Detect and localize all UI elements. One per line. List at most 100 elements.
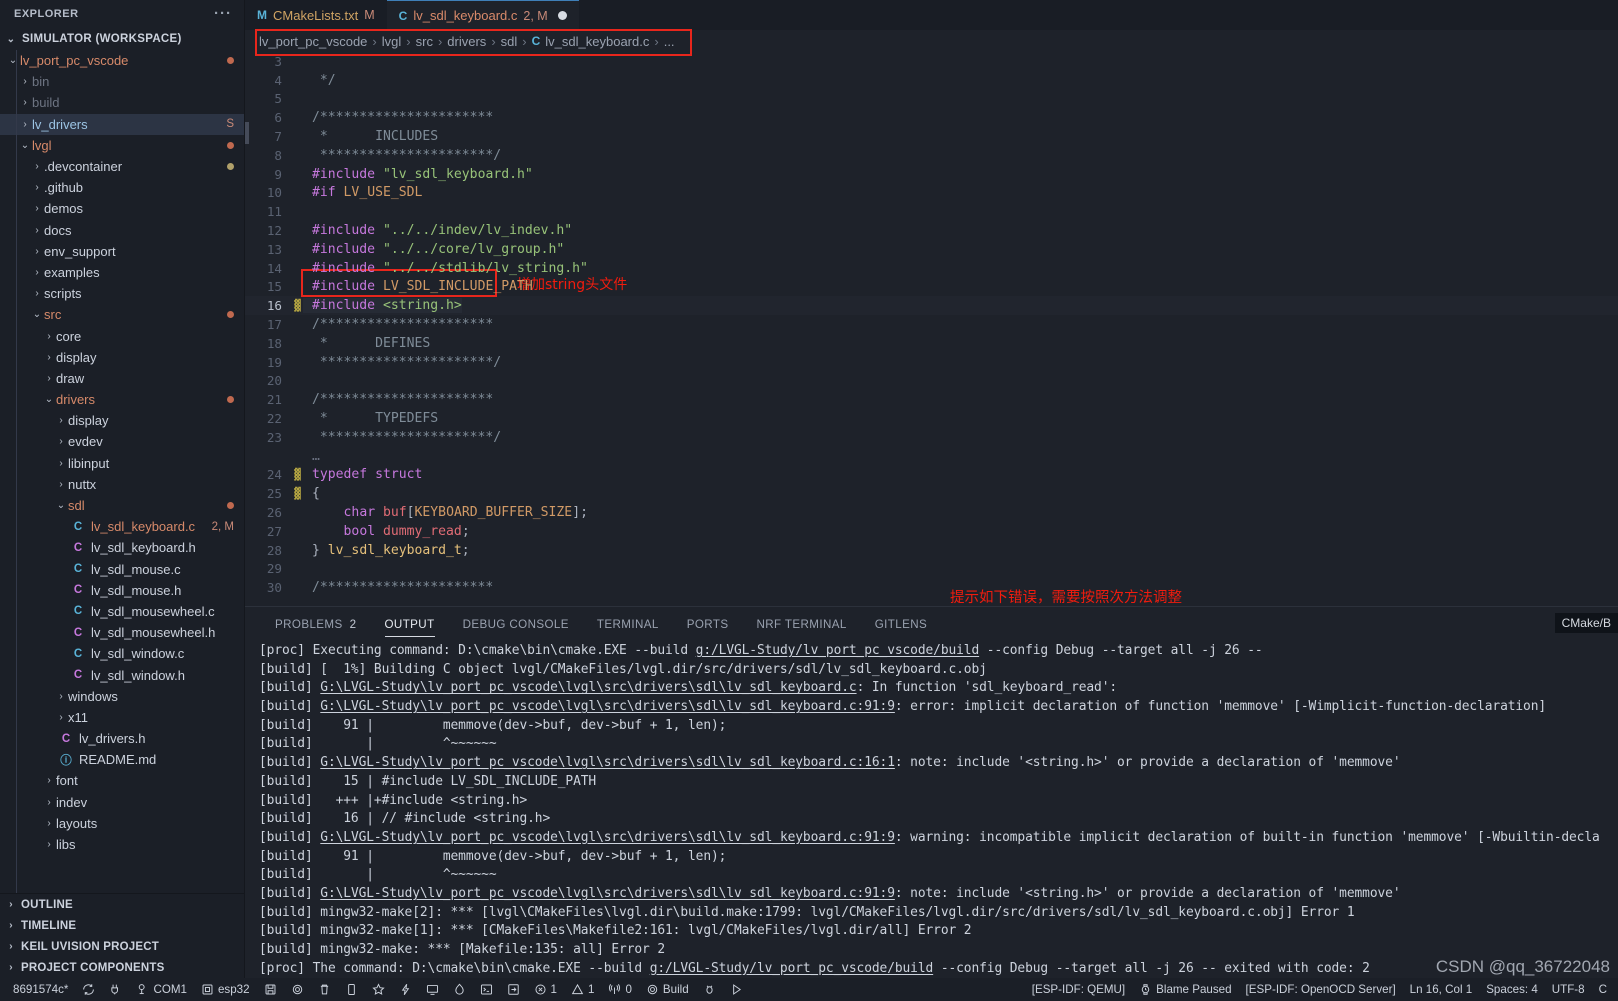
- status-error-count[interactable]: 1: [527, 978, 564, 1001]
- breadcrumb-item[interactable]: drivers: [447, 34, 486, 49]
- status-sync-icon[interactable]: [75, 978, 102, 1001]
- status-erase-flash-icon[interactable]: [311, 978, 338, 1001]
- status-terminal-icon[interactable]: [473, 978, 500, 1001]
- tree-item-lv-sdl-mouse-c[interactable]: Clv_sdl_mouse.c: [0, 559, 244, 580]
- tree-item-docs[interactable]: › docs: [0, 220, 244, 241]
- status-esp-idf-openocd[interactable]: [ESP-IDF: OpenOCD Server]: [1239, 978, 1403, 1001]
- tree-item-nuttx[interactable]: › nuttx: [0, 474, 244, 495]
- tree-item-demos[interactable]: › demos: [0, 198, 244, 219]
- output-file-link[interactable]: G:\LVGL-Study\lv_port_pc_vscode\lvgl\src…: [320, 755, 895, 770]
- output-file-link[interactable]: G:\LVGL-Study\lv_port_pc_vscode\lvgl\src…: [320, 699, 895, 714]
- status-open-icon[interactable]: [500, 978, 527, 1001]
- status-flash-icon[interactable]: [257, 978, 284, 1001]
- tree-item-drivers[interactable]: ⌄ drivers: [0, 389, 244, 410]
- tree-item-lv-port-pc-vscode[interactable]: ⌄ lv_port_pc_vscode: [0, 50, 244, 71]
- tree-item--devcontainer[interactable]: › .devcontainer: [0, 156, 244, 177]
- editor-tab-lv-sdl-keyboard-c[interactable]: Clv_sdl_keyboard.c 2, M: [386, 0, 579, 30]
- fold-ellipsis[interactable]: …: [303, 449, 320, 464]
- status-cursor-position[interactable]: Ln 16, Col 1: [1403, 978, 1480, 1001]
- tree-item-layouts[interactable]: › layouts: [0, 813, 244, 834]
- status-radio-tower-count[interactable]: 0: [601, 978, 638, 1001]
- sidebar-section-timeline[interactable]: › TIMELINE: [0, 915, 244, 936]
- breadcrumb[interactable]: lv_port_pc_vscode › lvgl › src › drivers › sdl › C…: [245, 30, 1618, 52]
- panel-tab-debug-console[interactable]: DEBUG CONSOLE: [449, 607, 583, 641]
- status-settings-gear-icon[interactable]: [284, 978, 311, 1001]
- status-board-target[interactable]: esp32: [194, 978, 257, 1001]
- output-path-link[interactable]: g:/LVGL-Study/lv_port_pc_vscode/build: [650, 961, 934, 976]
- status-esp-idf-qemu[interactable]: [ESP-IDF: QEMU]: [1025, 978, 1132, 1001]
- tree-item-lv-sdl-keyboard-h[interactable]: Clv_sdl_keyboard.h: [0, 537, 244, 558]
- tree-item-lvgl[interactable]: ⌄ lvgl: [0, 135, 244, 156]
- code-editor[interactable]: 增加string头文件 34 */5 6/********************…: [245, 52, 1618, 606]
- tree-item-font[interactable]: › font: [0, 770, 244, 791]
- tree-item-core[interactable]: › core: [0, 325, 244, 346]
- sidebar-section-project-components[interactable]: › PROJECT COMPONENTS: [0, 957, 244, 978]
- tree-item-display[interactable]: › display: [0, 347, 244, 368]
- tree-item-lv-drivers[interactable]: › lv_drivers S: [0, 113, 244, 135]
- panel-tab-terminal[interactable]: TERMINAL: [583, 607, 673, 641]
- panel-tab-nrf-terminal[interactable]: NRF TERMINAL: [742, 607, 860, 641]
- panel-tab-gitlens[interactable]: GITLENS: [861, 607, 941, 641]
- tree-item-evdev[interactable]: › evdev: [0, 431, 244, 452]
- tree-item-lv-sdl-mouse-h[interactable]: Clv_sdl_mouse.h: [0, 580, 244, 601]
- workspace-root-row[interactable]: ⌄ SIMULATOR (WORKSPACE): [0, 28, 244, 50]
- tree-item-lv-sdl-window-h[interactable]: Clv_sdl_window.h: [0, 664, 244, 685]
- tree-item-draw[interactable]: › draw: [0, 368, 244, 389]
- panel-tab-bar[interactable]: PROBLEMS 2 OUTPUT DEBUG CONSOLE TERMINAL PORT…: [245, 607, 1618, 641]
- status-git-branch-status[interactable]: 8691574c*: [6, 978, 75, 1001]
- file-tree[interactable]: ⌄ lv_port_pc_vscode › bin › build › lv_drivers S…: [0, 50, 244, 893]
- tree-item-scripts[interactable]: › scripts: [0, 283, 244, 304]
- status-com-port[interactable]: COM1: [129, 978, 194, 1001]
- status-blame-paused[interactable]: Blame Paused: [1132, 978, 1238, 1001]
- panel-tab-ports[interactable]: PORTS: [673, 607, 743, 641]
- breadcrumb-item[interactable]: sdl: [501, 34, 518, 49]
- tree-item-x11[interactable]: › x11: [0, 707, 244, 728]
- status-flame-icon[interactable]: [446, 978, 473, 1001]
- status-encoding[interactable]: UTF-8: [1545, 978, 1592, 1001]
- output-file-link[interactable]: G:\LVGL-Study\lv_port_pc_vscode\lvgl\src…: [320, 830, 895, 845]
- status-bug-icon[interactable]: [696, 978, 723, 1001]
- status-favorite-icon[interactable]: [365, 978, 392, 1001]
- tree-item-libs[interactable]: › libs: [0, 834, 244, 855]
- tree-item-lv-sdl-mousewheel-h[interactable]: Clv_sdl_mousewheel.h: [0, 622, 244, 643]
- tree-item-src[interactable]: ⌄ src: [0, 304, 244, 325]
- dirty-indicator-icon[interactable]: [557, 11, 567, 20]
- output-file-link[interactable]: G:\LVGL-Study\lv_port_pc_vscode\lvgl\src…: [320, 680, 856, 695]
- tree-item-readme-md[interactable]: ⓘ README.md: [0, 749, 244, 770]
- tree-item-lv-sdl-keyboard-c[interactable]: Clv_sdl_keyboard.c 2, M: [0, 516, 244, 537]
- tree-item-lv-drivers-h[interactable]: Clv_drivers.h: [0, 728, 244, 749]
- panel-tab-problems[interactable]: PROBLEMS 2: [261, 607, 371, 641]
- output-console[interactable]: [proc] Executing command: D:\cmake\bin\c…: [245, 641, 1618, 978]
- tree-item-examples[interactable]: › examples: [0, 262, 244, 283]
- tree-item-indev[interactable]: › indev: [0, 792, 244, 813]
- status-indentation[interactable]: Spaces: 4: [1479, 978, 1545, 1001]
- breadcrumb-item[interactable]: lv_port_pc_vscode: [259, 34, 367, 49]
- status-eol[interactable]: C: [1592, 978, 1614, 1001]
- sidebar-section-outline[interactable]: › OUTLINE: [0, 894, 244, 915]
- tree-item-sdl[interactable]: ⌄ sdl: [0, 495, 244, 516]
- tree-item-display[interactable]: › display: [0, 410, 244, 431]
- tree-item--github[interactable]: › .github: [0, 177, 244, 198]
- explorer-more-icon[interactable]: ···: [214, 6, 232, 21]
- sidebar-section-keil-uvision-project[interactable]: › KEIL UVISION PROJECT: [0, 936, 244, 957]
- status-warning-count[interactable]: 1: [564, 978, 601, 1001]
- breadcrumb-item[interactable]: lvgl: [382, 34, 402, 49]
- status-run-icon[interactable]: [723, 978, 750, 1001]
- tree-item-lv-sdl-mousewheel-c[interactable]: Clv_sdl_mousewheel.c: [0, 601, 244, 622]
- output-source-chip[interactable]: CMake/B: [1554, 613, 1618, 633]
- status-device-icon[interactable]: [338, 978, 365, 1001]
- output-path-link[interactable]: g:/LVGL-Study/lv_port_pc_vscode/build: [696, 643, 980, 658]
- status-build-status[interactable]: Build: [639, 978, 696, 1001]
- editor-tab-cmakelists-txt[interactable]: M CMakeLists.txt M: [245, 0, 387, 30]
- editor-tab-bar[interactable]: M CMakeLists.txt M Clv_sdl_keyboard.c 2, M: [245, 0, 1618, 30]
- breadcrumb-item[interactable]: src: [416, 34, 433, 49]
- output-file-link[interactable]: G:\LVGL-Study\lv_port_pc_vscode\lvgl\src…: [320, 886, 895, 901]
- tree-item-lv-sdl-window-c[interactable]: Clv_sdl_window.c: [0, 643, 244, 664]
- tree-item-windows[interactable]: › windows: [0, 686, 244, 707]
- tree-item-bin[interactable]: › bin: [0, 71, 244, 92]
- panel-tab-output[interactable]: OUTPUT: [371, 607, 449, 641]
- breadcrumb-overflow[interactable]: ...: [664, 34, 675, 49]
- status-debug-icon[interactable]: [392, 978, 419, 1001]
- tree-item-env-support[interactable]: › env_support: [0, 241, 244, 262]
- breadcrumb-item-file[interactable]: lv_sdl_keyboard.c: [545, 34, 649, 49]
